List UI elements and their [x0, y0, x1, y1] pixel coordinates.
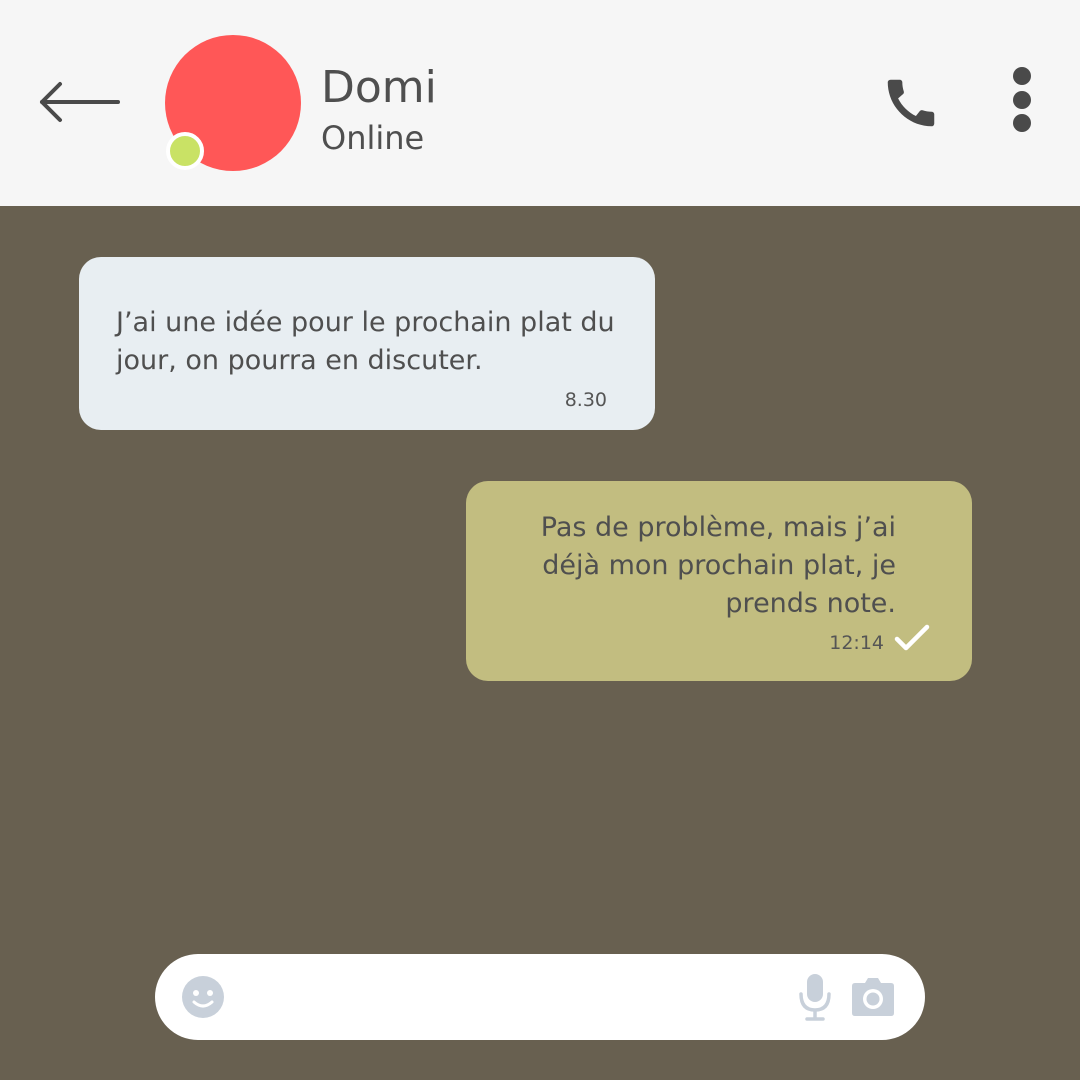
message-text: J’ai une idée pour le prochain plat du j… [116, 307, 615, 376]
microphone-icon [799, 974, 831, 1021]
chat-header: Domi Online [0, 0, 1080, 206]
online-status-dot [166, 132, 204, 170]
message-text: Pas de problème, mais j’ai déjà mon proc… [540, 512, 896, 619]
outgoing-message[interactable]: Pas de problème, mais j’ai déjà mon proc… [466, 481, 972, 681]
emoji-icon [182, 976, 224, 1018]
message-time: 12:14 [829, 632, 884, 654]
incoming-message[interactable]: J’ai une idée pour le prochain plat du j… [79, 257, 655, 430]
message-composer [155, 954, 925, 1040]
more-options-button[interactable] [1006, 66, 1038, 136]
message-input[interactable] [245, 972, 769, 1024]
arrow-left-icon [40, 82, 120, 122]
call-button[interactable] [880, 72, 942, 134]
emoji-button[interactable] [181, 975, 225, 1019]
phone-icon [887, 79, 935, 127]
check-icon [894, 624, 930, 651]
camera-button[interactable] [851, 977, 895, 1017]
microphone-button[interactable] [797, 972, 833, 1022]
message-time: 8.30 [564, 389, 607, 411]
contact-name[interactable]: Domi [321, 62, 437, 114]
contact-status: Online [321, 119, 425, 157]
back-button[interactable] [36, 78, 122, 126]
more-vertical-icon [1013, 67, 1031, 132]
camera-icon [852, 978, 894, 1016]
